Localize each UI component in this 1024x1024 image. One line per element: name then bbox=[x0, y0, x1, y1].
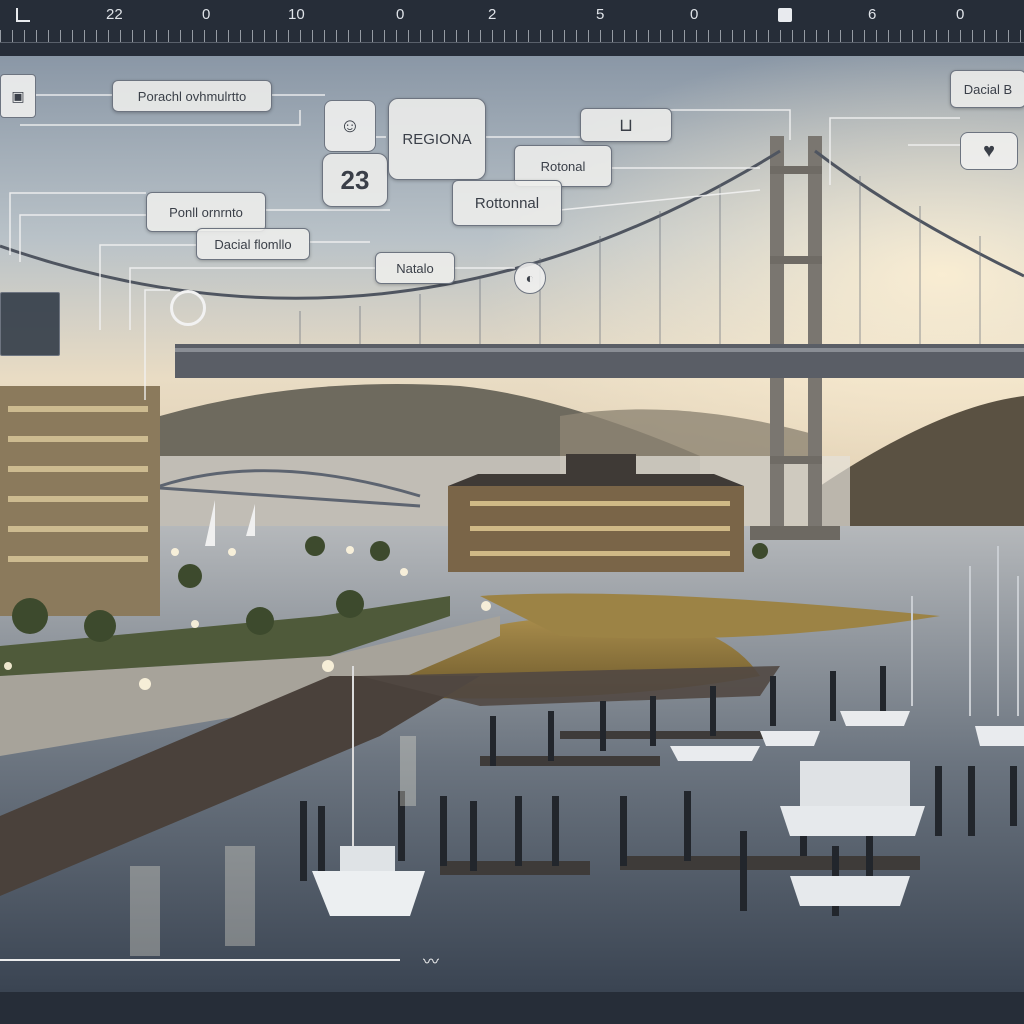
ruler-baseline bbox=[0, 42, 1024, 43]
ruler-label: 5 bbox=[596, 6, 605, 23]
pin-glyph-icon: ◐ bbox=[525, 270, 535, 286]
ruler-ticks bbox=[0, 30, 1024, 42]
top-ruler: 22 0 10 0 2 5 0 6 0 bbox=[0, 0, 1024, 56]
bracket-glyph-icon: ⊔ bbox=[618, 114, 634, 135]
callout-dacial[interactable]: Dacial flomllo bbox=[196, 228, 310, 260]
callout-rottonnal[interactable]: Rottonnal bbox=[452, 180, 562, 226]
solar-panel-icon bbox=[0, 292, 60, 356]
face-glyph-icon: ☺ bbox=[339, 114, 361, 137]
bracket-icon[interactable]: ⊔ bbox=[580, 108, 672, 142]
ruler-label: 6 bbox=[868, 6, 877, 23]
pin-icon[interactable]: ◐ bbox=[514, 262, 546, 294]
heart-icon[interactable]: ♥ bbox=[960, 132, 1018, 170]
bottom-bar bbox=[0, 992, 1024, 1024]
ruler-label: 22 bbox=[106, 6, 123, 23]
doc-glyph-icon: ▣ bbox=[11, 87, 25, 104]
ruler-label: 2 bbox=[488, 6, 497, 23]
ring-icon[interactable] bbox=[170, 290, 206, 326]
number-badge[interactable]: 23 bbox=[322, 153, 388, 207]
callout-porachl[interactable]: Porachl ovhmulrtto bbox=[112, 80, 272, 112]
scribble-glyph-icon: 〰 bbox=[422, 954, 439, 971]
ruler-label: 0 bbox=[202, 6, 211, 23]
callout-regiona[interactable]: REGIONA bbox=[388, 98, 486, 180]
ruler-label: 10 bbox=[288, 6, 305, 23]
ruler-label: 0 bbox=[956, 6, 965, 23]
heart-glyph-icon: ♥ bbox=[983, 139, 995, 162]
ruler-label: 0 bbox=[396, 6, 405, 23]
callout-ponll[interactable]: Ponll ornrnto bbox=[146, 192, 266, 232]
ruler-label: 0 bbox=[690, 6, 699, 23]
ruler-corner-icon[interactable] bbox=[16, 8, 30, 22]
document-icon[interactable]: ▣ bbox=[0, 74, 36, 118]
square-icon[interactable] bbox=[778, 8, 792, 22]
face-icon[interactable]: ☺ bbox=[324, 100, 376, 152]
callout-natalo[interactable]: Natalo bbox=[375, 252, 455, 284]
callout-dacial-b[interactable]: Dacial B bbox=[950, 70, 1024, 108]
scribble-icon: 〰 bbox=[410, 948, 452, 972]
